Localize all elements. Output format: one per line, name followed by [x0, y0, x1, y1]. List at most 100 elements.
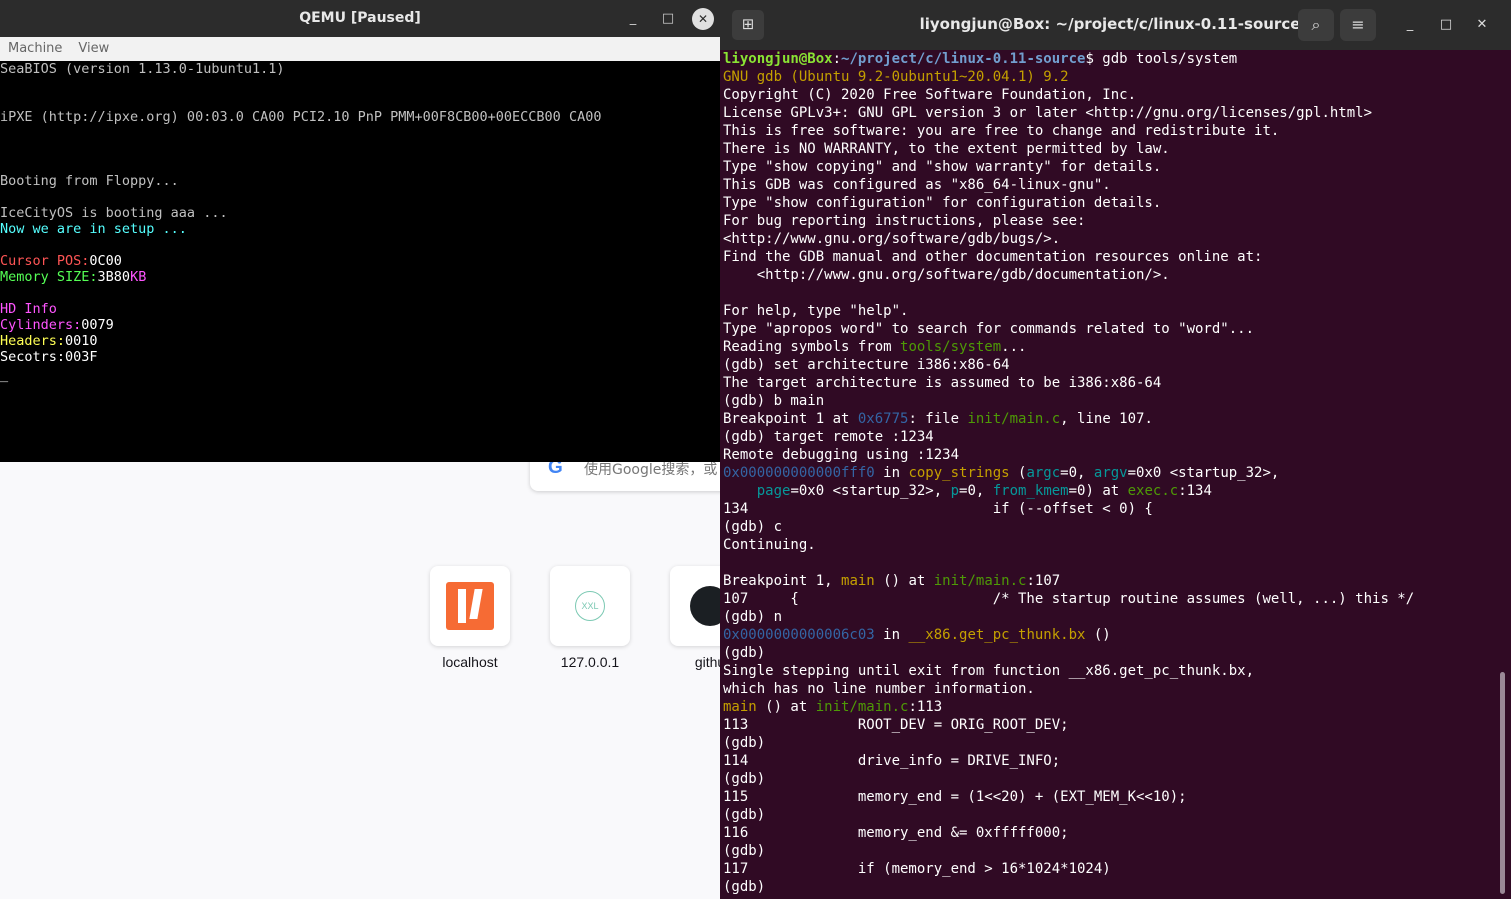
output-line: Continuing.: [723, 537, 816, 553]
shortcut-localhost[interactable]: localhost: [430, 566, 510, 670]
main-function: main: [723, 699, 757, 715]
setup-line: Now we are in setup ...: [0, 221, 187, 237]
output-line: 116 memory_end &= 0xfffff000;: [723, 825, 1069, 841]
output-line: (gdb): [723, 771, 766, 787]
output-line: The target architecture is assumed to be…: [723, 375, 1162, 391]
output-line: <http://www.gnu.org/software/gdb/bugs/>.: [723, 231, 1061, 247]
breakpoint-set-line: Breakpoint 1 at 0x6775: file init/main.c…: [723, 410, 1153, 428]
output-line: Single stepping until exit from function…: [723, 663, 1255, 679]
reading-file: tools/system: [900, 339, 1002, 355]
reading-suffix: ...: [1001, 339, 1027, 355]
cylinders-value: 0079: [81, 317, 114, 333]
frame-arg-value: =0x0 <startup_32>,: [1127, 465, 1280, 481]
thunk-address: 0x0000000000006c03: [723, 627, 875, 643]
frame-line-no: :134: [1178, 483, 1212, 499]
bp-hit-mid: () at: [874, 573, 934, 589]
thunk-suffix: (): [1085, 627, 1111, 643]
qemu-titlebar[interactable]: QEMU [Paused] _ □ ✕: [0, 0, 720, 37]
main-file: init/main.c: [815, 699, 909, 715]
terminal-titlebar[interactable]: ⊞ liyongjun@Box: ~/project/c/linux-0.11-…: [720, 0, 1511, 50]
menu-view[interactable]: View: [70, 37, 117, 56]
menu-machine[interactable]: Machine: [0, 37, 70, 56]
output-line: 134 if (--offset < 0) {: [723, 501, 1153, 517]
hd-info-heading: HD Info: [0, 301, 57, 317]
output-line: (gdb) b main: [723, 393, 825, 409]
reading-prefix: Reading symbols from: [723, 339, 901, 355]
memory-size-label: Memory SIZE:: [0, 269, 98, 285]
frame-arg: page: [756, 483, 791, 499]
memory-size-value: 3B80: [97, 269, 131, 285]
frame-indent: [723, 483, 757, 499]
seabios-line: SeaBIOS (version 1.13.0-1ubuntu1.1): [0, 61, 285, 77]
thunk-in: in: [874, 627, 909, 643]
output-line: Type "apropos word" to search for comman…: [723, 321, 1255, 337]
output-line: License GPLv3+: GNU GPL version 3 or lat…: [723, 105, 1373, 121]
hamburger-menu-icon[interactable]: ≡: [1340, 9, 1376, 41]
output-line: (gdb): [723, 645, 766, 661]
prompt-line: liyongjun@Box:~/project/c/linux-0.11-sou…: [723, 50, 1237, 68]
memory-size-line: Memory SIZE:3B80KB: [0, 269, 146, 285]
output-line: Type "show configuration" for configurat…: [723, 195, 1162, 211]
frame-function: copy_strings: [908, 465, 1010, 481]
bp-hit-function: main: [841, 573, 875, 589]
output-line: (gdb): [723, 843, 766, 859]
frame-file: exec.c: [1127, 483, 1179, 499]
frame-open: (: [1009, 465, 1027, 481]
output-line: Copyright (C) 2020 Free Software Foundat…: [723, 87, 1137, 103]
output-line: (gdb): [723, 879, 766, 895]
ipxe-line: iPXE (http://ipxe.org) 00:03.0 CA00 PCI2…: [0, 109, 602, 125]
close-icon[interactable]: ✕: [692, 8, 714, 30]
reading-symbols-line: Reading symbols from tools/system...: [723, 338, 1026, 356]
terminal-output[interactable]: liyongjun@Box:~/project/c/linux-0.11-sou…: [723, 50, 1498, 899]
cursor-pos-label: Cursor POS:: [0, 253, 90, 269]
bp-file: init/main.c: [967, 411, 1061, 427]
localhost-icon: [446, 582, 494, 630]
thunk-function: __x86.get_pc_thunk.bx: [908, 627, 1086, 643]
prompt-path: ~/project/c/linux-0.11-source: [841, 51, 1086, 67]
output-line: (gdb) c: [723, 519, 783, 535]
cursor-pos-line: Cursor POS:0C00: [0, 253, 122, 269]
frame-arg-value: =0x0 <startup_32>,: [790, 483, 951, 499]
output-line: For help, type "help".: [723, 303, 909, 319]
prompt-user: liyongjun@Box: [723, 51, 833, 67]
shortcut-label: 127.0.0.1: [560, 654, 620, 670]
bp-hit-line-no: :107: [1026, 573, 1061, 589]
frame-arg-value: =0,: [1060, 465, 1094, 481]
bp-mid: : file: [908, 411, 968, 427]
minimize-icon[interactable]: _: [622, 8, 644, 30]
thunk-frame-line: 0x0000000000006c03 in __x86.get_pc_thunk…: [723, 626, 1111, 644]
memory-size-unit: KB: [130, 269, 147, 285]
prompt-command: $ gdb tools/system: [1085, 51, 1238, 67]
qemu-screen[interactable]: SeaBIOS (version 1.13.0-1ubuntu1.1) iPXE…: [0, 61, 720, 462]
shortcut-tile[interactable]: [430, 566, 510, 646]
output-line: Find the GDB manual and other documentat…: [723, 249, 1263, 265]
maximize-icon[interactable]: □: [1436, 15, 1456, 35]
qemu-menubar: Machine View: [0, 37, 720, 62]
main-frame-line: main () at init/main.c:113: [723, 698, 942, 716]
output-line: There is NO WARRANTY, to the extent perm…: [723, 141, 1170, 157]
output-line: which has no line number information.: [723, 681, 1035, 697]
shortcut-127-0-0-1[interactable]: XXL 127.0.0.1: [550, 566, 630, 670]
output-line: This is free software: you are free to c…: [723, 123, 1280, 139]
output-line: (gdb) set architecture i386:x86-64: [723, 357, 1010, 373]
new-tab-icon[interactable]: ⊞: [732, 10, 764, 40]
output-line: This GDB was configured as "x86_64-linux…: [723, 177, 1111, 193]
minimize-icon[interactable]: _: [1400, 15, 1420, 35]
output-line: (gdb) target remote :1234: [723, 429, 934, 445]
shortcut-tile[interactable]: XXL: [550, 566, 630, 646]
search-placeholder: 使用Google搜索，或: [584, 462, 718, 478]
output-line: Remote debugging using :1234: [723, 447, 960, 463]
cylinders-label: Cylinders:: [0, 317, 82, 333]
sectors-line: Secotrs:003F: [0, 349, 98, 365]
search-icon[interactable]: ⌕: [1298, 9, 1334, 41]
frame-in: in: [874, 465, 909, 481]
close-icon[interactable]: ✕: [1472, 15, 1492, 35]
terminal-scrollbar[interactable]: [1500, 672, 1505, 894]
qemu-window: QEMU [Paused] _ □ ✕ Machine View SeaBIOS …: [0, 0, 720, 462]
main-mid: () at: [756, 699, 816, 715]
frame-arg-value: =0,: [959, 483, 993, 499]
os-boot-line: IceCityOS is booting aaa ...: [0, 205, 228, 221]
maximize-icon[interactable]: □: [657, 8, 679, 30]
headers-label: Headers:: [0, 333, 66, 349]
output-line: 117 if (memory_end > 16*1024*1024): [723, 861, 1111, 877]
